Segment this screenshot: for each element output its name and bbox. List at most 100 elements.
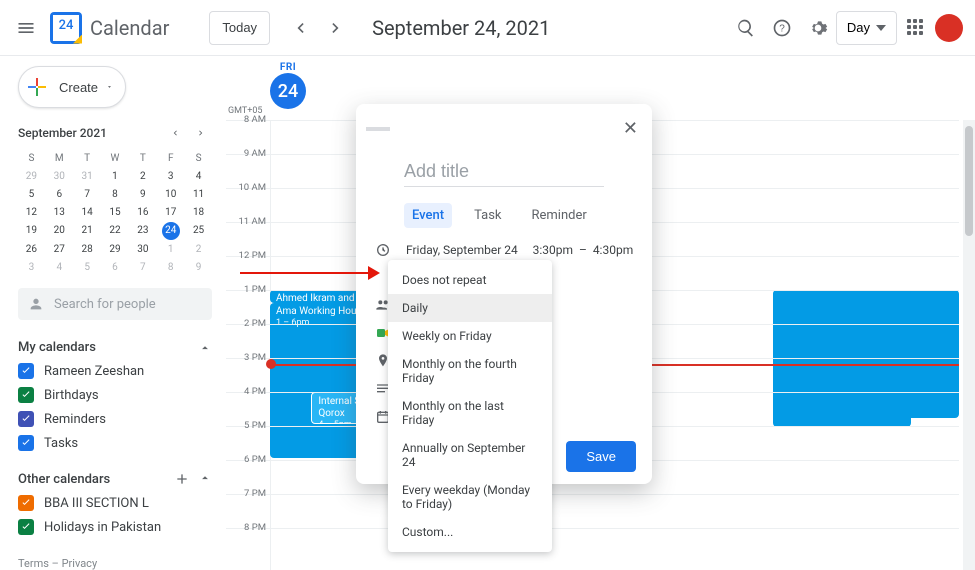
mini-day-cell[interactable]: 30 <box>129 241 156 258</box>
tab-task[interactable]: Task <box>466 203 509 228</box>
mini-day-cell[interactable]: 3 <box>157 168 184 185</box>
calendar-checkbox[interactable] <box>18 411 34 427</box>
scrollbar-thumb[interactable] <box>965 126 973 236</box>
create-event-button[interactable]: Create <box>18 66 126 108</box>
vertical-scrollbar[interactable] <box>963 120 975 570</box>
search-button[interactable] <box>728 10 764 46</box>
recurrence-option[interactable]: Monthly on the fourth Friday <box>388 350 552 392</box>
mini-day-cell[interactable]: 15 <box>102 204 129 221</box>
mini-day-cell[interactable]: 2 <box>129 168 156 185</box>
recurrence-option[interactable]: Weekly on Friday <box>388 322 552 350</box>
hour-row[interactable]: 8 PM <box>226 528 959 562</box>
mini-day-cell[interactable]: 19 <box>18 222 45 240</box>
hour-label: 3 PM <box>230 352 266 363</box>
recurrence-option[interactable]: Every weekday (Monday to Friday) <box>388 476 552 518</box>
mini-day-cell[interactable]: 10 <box>157 186 184 203</box>
calendar-checkbox[interactable] <box>18 495 34 511</box>
mini-next-month-button[interactable] <box>190 122 212 144</box>
calendar-list-item[interactable]: Reminders <box>18 411 212 427</box>
recurrence-option[interactable]: Daily <box>388 294 552 322</box>
mini-day-cell[interactable]: 4 <box>185 168 212 185</box>
recurrence-option[interactable]: Monthly on the last Friday <box>388 392 552 434</box>
mini-day-cell[interactable]: 6 <box>46 186 73 203</box>
mini-day-cell[interactable]: 13 <box>46 204 73 221</box>
mini-day-cell[interactable]: 26 <box>18 241 45 258</box>
mini-prev-month-button[interactable] <box>164 122 186 144</box>
save-button[interactable]: Save <box>566 441 636 472</box>
mini-day-cell[interactable]: 29 <box>102 241 129 258</box>
mini-day-cell[interactable]: 23 <box>129 222 156 240</box>
search-people-field[interactable]: Search for people <box>18 288 212 320</box>
mini-day-cell[interactable]: 22 <box>102 222 129 240</box>
plus-icon[interactable] <box>174 471 190 487</box>
mini-day-cell[interactable]: 2 <box>185 241 212 258</box>
calendar-list-item[interactable]: Tasks <box>18 435 212 451</box>
mini-day-cell[interactable]: 14 <box>74 204 101 221</box>
recurrence-option[interactable]: Annually on September 24 <box>388 434 552 476</box>
mini-day-cell[interactable]: 3 <box>18 259 45 276</box>
my-calendars-label: My calendars <box>18 340 96 355</box>
mini-day-cell[interactable]: 30 <box>46 168 73 185</box>
mini-day-cell[interactable]: 31 <box>74 168 101 185</box>
mini-day-cell[interactable]: 7 <box>74 186 101 203</box>
mini-day-cell[interactable]: 7 <box>129 259 156 276</box>
calendar-checkbox[interactable] <box>18 519 34 535</box>
other-calendars-section-header[interactable]: Other calendars <box>18 471 212 487</box>
calendar-list-item[interactable]: Birthdays <box>18 387 212 403</box>
google-apps-button[interactable] <box>897 10 933 46</box>
mini-day-cell[interactable]: 8 <box>102 186 129 203</box>
mini-day-cell[interactable]: 27 <box>46 241 73 258</box>
mini-day-cell[interactable]: 4 <box>46 259 73 276</box>
settings-button[interactable] <box>800 10 836 46</box>
close-popup-button[interactable]: ✕ <box>619 114 642 143</box>
hour-row[interactable]: 7 PM <box>226 494 959 528</box>
mini-day-cell[interactable]: 16 <box>129 204 156 221</box>
recurrence-option[interactable]: Does not repeat <box>388 266 552 294</box>
tab-event[interactable]: Event <box>404 203 452 228</box>
tab-reminder[interactable]: Reminder <box>524 203 595 228</box>
mini-day-cell[interactable]: 29 <box>18 168 45 185</box>
calendar-checkbox[interactable] <box>18 363 34 379</box>
calendar-checkbox[interactable] <box>18 387 34 403</box>
mini-day-cell[interactable]: 11 <box>185 186 212 203</box>
hamburger-icon <box>16 18 36 38</box>
hour-label: 10 AM <box>230 182 266 193</box>
calendar-list-item[interactable]: BBA III SECTION L <box>18 495 212 511</box>
calendar-list-item[interactable]: Holidays in Pakistan <box>18 519 212 535</box>
prev-day-button[interactable] <box>282 10 318 46</box>
mini-day-cell[interactable]: 5 <box>74 259 101 276</box>
my-calendars-section-header[interactable]: My calendars <box>18 340 212 355</box>
support-button[interactable]: ? <box>764 10 800 46</box>
calendar-list-item[interactable]: Rameen Zeeshan <box>18 363 212 379</box>
mini-day-cell[interactable]: 1 <box>102 168 129 185</box>
mini-day-cell[interactable]: 25 <box>185 222 212 240</box>
mini-day-cell[interactable]: 5 <box>18 186 45 203</box>
drag-handle-icon[interactable] <box>366 127 390 131</box>
mini-day-cell[interactable]: 9 <box>185 259 212 276</box>
event-title-input[interactable] <box>404 157 604 187</box>
mini-day-cell[interactable]: 12 <box>18 204 45 221</box>
privacy-link[interactable]: Privacy <box>62 557 98 570</box>
hamburger-menu-button[interactable] <box>8 10 44 46</box>
mini-day-cell[interactable]: 17 <box>157 204 184 221</box>
mini-day-cell[interactable]: 28 <box>74 241 101 258</box>
mini-day-cell[interactable]: 9 <box>129 186 156 203</box>
view-switcher-button[interactable]: Day <box>836 11 897 45</box>
mini-day-cell[interactable]: 18 <box>185 204 212 221</box>
next-day-button[interactable] <box>318 10 354 46</box>
recurrence-option[interactable]: Custom... <box>388 518 552 546</box>
event-end-time[interactable]: 4:30pm <box>593 243 633 257</box>
mini-day-cell[interactable]: 20 <box>46 222 73 240</box>
today-button[interactable]: Today <box>209 11 270 45</box>
mini-day-cell[interactable]: 1 <box>157 241 184 258</box>
account-avatar[interactable] <box>935 14 963 42</box>
mini-day-cell[interactable]: 24 <box>162 222 180 240</box>
mini-day-cell[interactable]: 21 <box>74 222 101 240</box>
terms-link[interactable]: Terms <box>18 557 49 570</box>
mini-day-cell[interactable]: 6 <box>102 259 129 276</box>
event-start-time[interactable]: 3:30pm <box>533 243 573 257</box>
mini-day-cell[interactable]: 8 <box>157 259 184 276</box>
event-date-text[interactable]: Friday, September 24 <box>406 243 518 257</box>
calendar-checkbox[interactable] <box>18 435 34 451</box>
day-number-badge[interactable]: 24 <box>270 73 306 109</box>
